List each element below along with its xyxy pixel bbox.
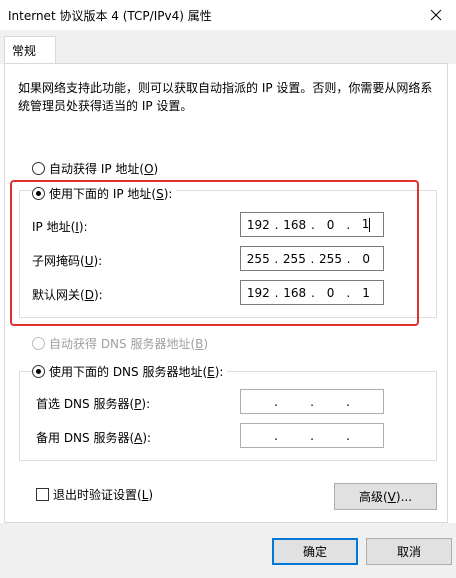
preferred-dns-input[interactable]: . . .: [240, 389, 384, 414]
auto-ip-radio[interactable]: 自动获得 IP 地址(O): [32, 160, 158, 177]
manual-dns-radio-circle[interactable]: [32, 365, 45, 378]
tab-strip: 常规: [0, 30, 456, 65]
window-title: Internet 协议版本 4 (TCP/IPv4) 属性: [8, 9, 212, 23]
validate-checkbox-label: 退出时验证设置(L): [53, 488, 154, 502]
highlight-frame: [10, 180, 419, 326]
auto-dns-radio-circle[interactable]: [32, 337, 45, 350]
manual-dns-radio[interactable]: 使用下面的 DNS 服务器地址(E):: [32, 363, 228, 380]
title-bar: Internet 协议版本 4 (TCP/IPv4) 属性: [0, 0, 456, 30]
auto-ip-radio-circle[interactable]: [32, 162, 45, 175]
cancel-button-label: 取消: [396, 545, 421, 559]
validate-checkbox-box[interactable]: [36, 488, 49, 501]
ok-button-label: 确定: [302, 545, 327, 559]
description-text: 如果网络支持此功能，则可以获取自动指派的 IP 设置。否则，你需要从网络系统管理…: [18, 81, 433, 113]
close-icon: [430, 9, 442, 21]
advanced-button-label: 高级(V)...: [358, 490, 413, 504]
cancel-button[interactable]: 取消: [366, 538, 452, 565]
preferred-dns-label: 首选 DNS 服务器(P):: [36, 397, 151, 411]
close-button[interactable]: [416, 0, 456, 30]
ok-button[interactable]: 确定: [272, 538, 358, 565]
auto-dns-radio[interactable]: 自动获得 DNS 服务器地址(B): [32, 335, 208, 352]
validate-on-exit-checkbox[interactable]: 退出时验证设置(L): [36, 486, 153, 503]
auto-ip-radio-label: 自动获得 IP 地址(O): [49, 162, 159, 176]
auto-dns-radio-label: 自动获得 DNS 服务器地址(B): [49, 337, 209, 351]
alternate-dns-input[interactable]: . . .: [240, 423, 384, 448]
tab-general[interactable]: 常规: [4, 36, 56, 65]
manual-dns-radio-label: 使用下面的 DNS 服务器地址(E):: [49, 365, 224, 379]
alternate-dns-label: 备用 DNS 服务器(A):: [36, 431, 152, 445]
tab-general-label: 常规: [12, 44, 37, 58]
dialog-button-bar: 确定 取消: [0, 523, 456, 578]
advanced-button[interactable]: 高级(V)...: [334, 483, 437, 510]
